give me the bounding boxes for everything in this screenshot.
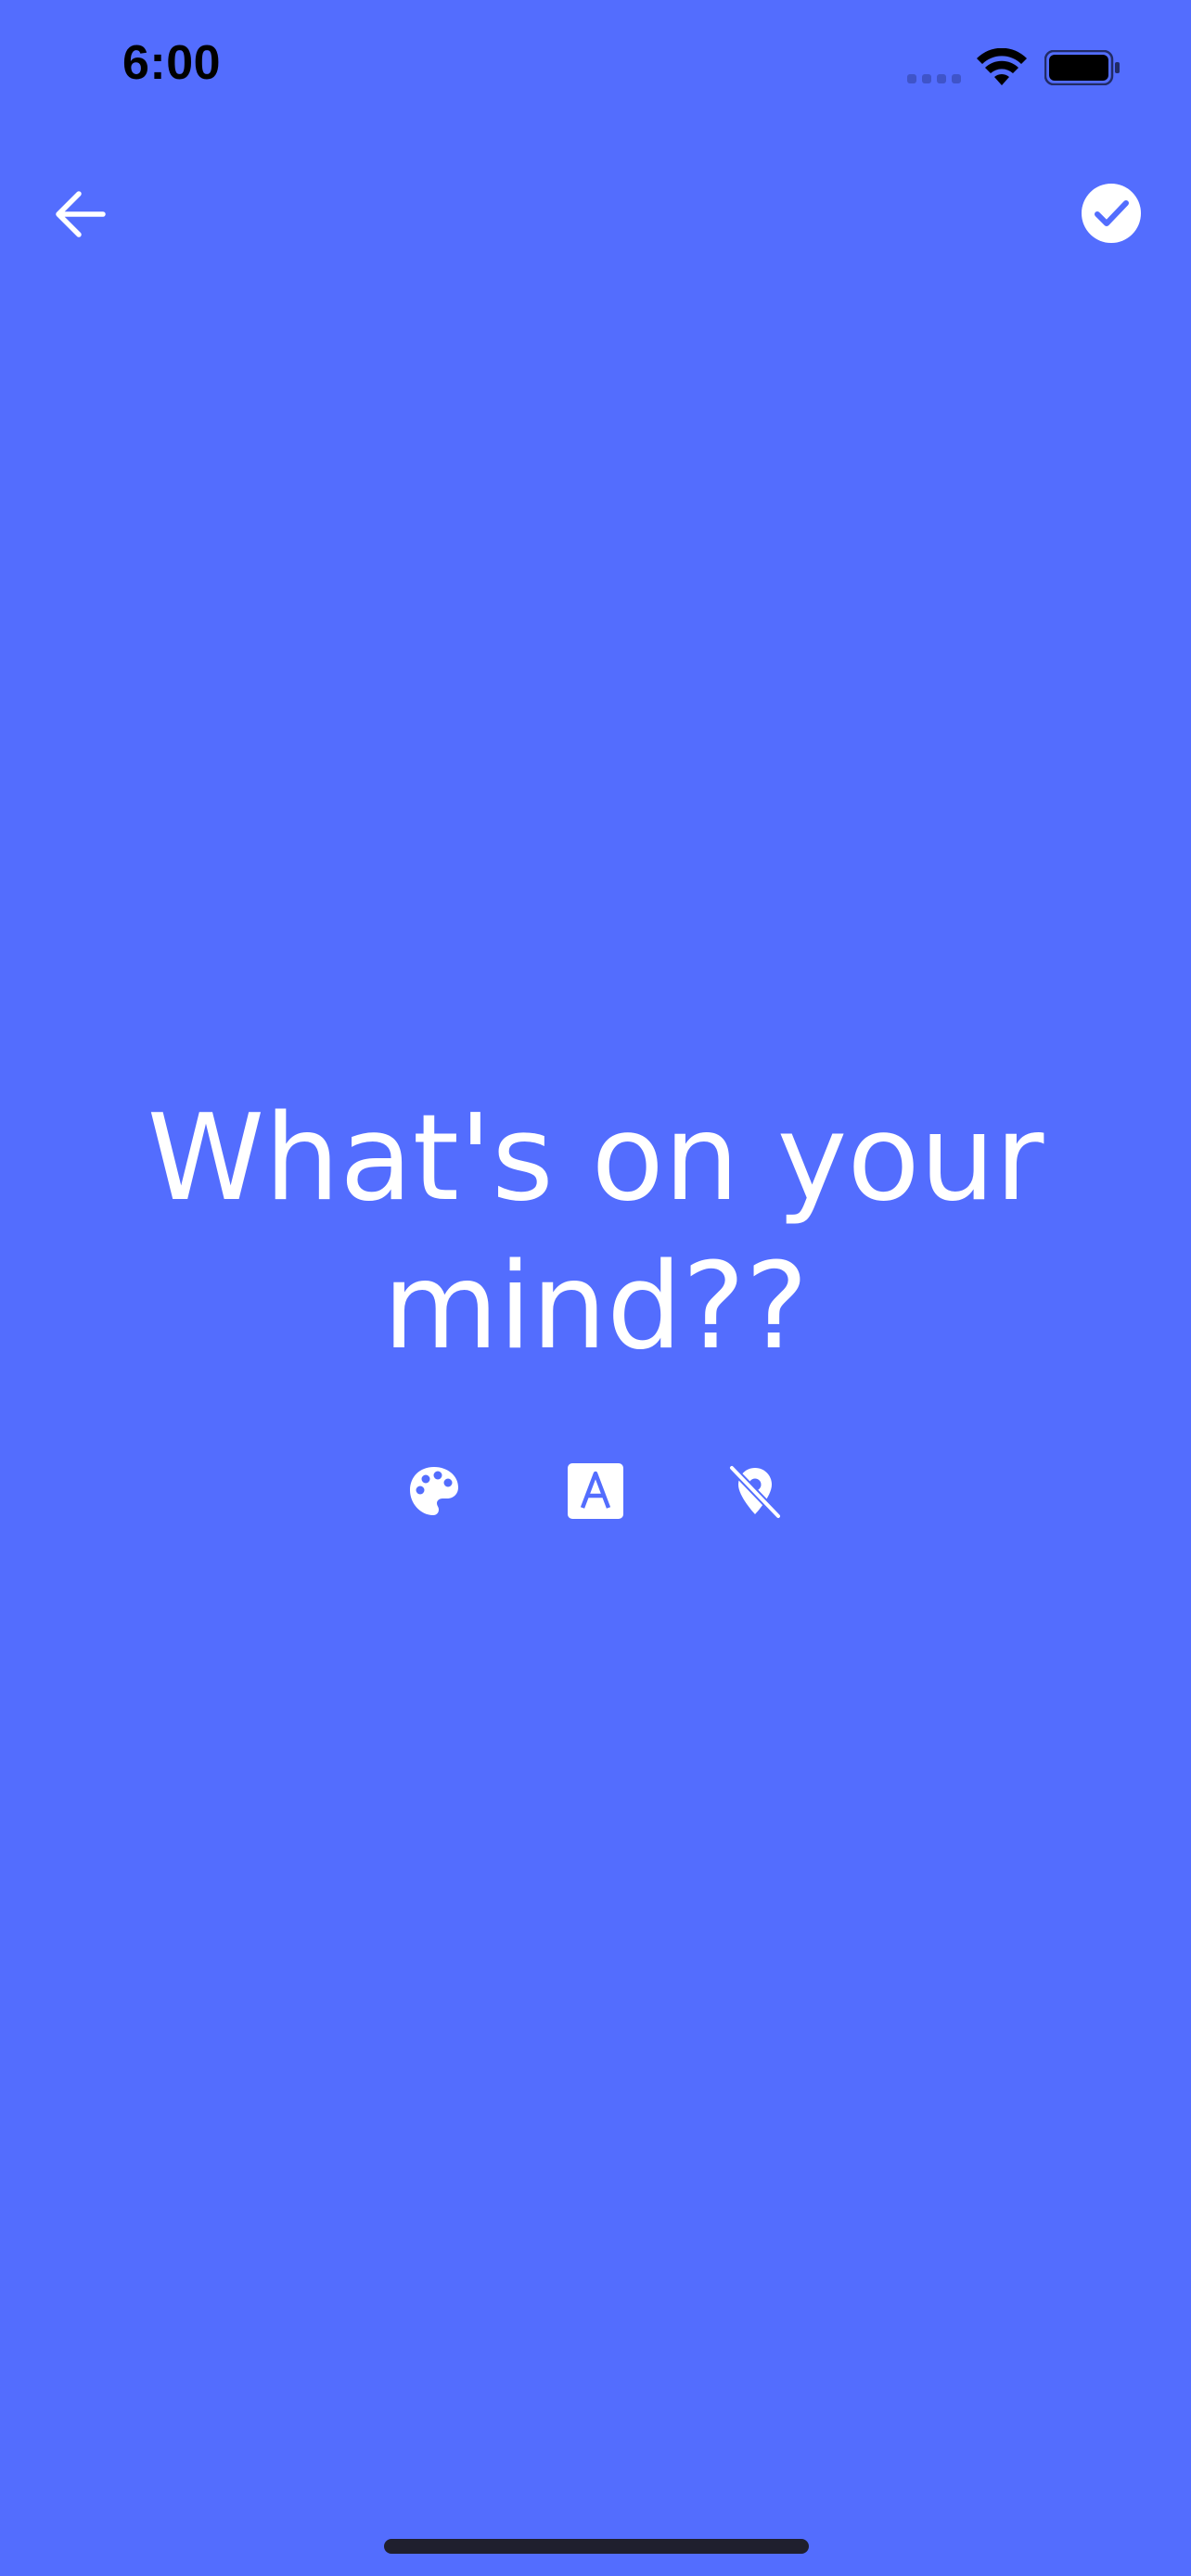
wifi-icon — [977, 48, 1027, 85]
back-button[interactable] — [48, 182, 113, 247]
cellular-signal-icon — [907, 74, 961, 83]
note-text-input[interactable]: What's on your mind?? — [74, 1085, 1117, 1382]
location-toggle-button[interactable] — [718, 1454, 792, 1528]
check-circle-icon — [1082, 184, 1141, 243]
status-bar: 6:00 — [0, 0, 1191, 139]
palette-icon — [410, 1467, 458, 1515]
battery-icon — [1044, 50, 1120, 85]
font-style-button[interactable] — [558, 1454, 633, 1528]
note-editor-screen: 6:00 What's on your mind?? — [0, 0, 1191, 2576]
note-editor[interactable]: What's on your mind?? — [74, 1085, 1117, 1382]
app-bar — [0, 158, 1191, 269]
formatting-toolbar — [0, 1454, 1191, 1528]
location-off-icon — [728, 1464, 782, 1520]
arrow-left-icon — [56, 191, 106, 237]
font-icon — [568, 1463, 623, 1519]
status-time: 6:00 — [122, 36, 222, 90]
home-indicator[interactable] — [384, 2539, 809, 2554]
done-button[interactable] — [1078, 180, 1145, 247]
color-palette-button[interactable] — [397, 1454, 471, 1528]
